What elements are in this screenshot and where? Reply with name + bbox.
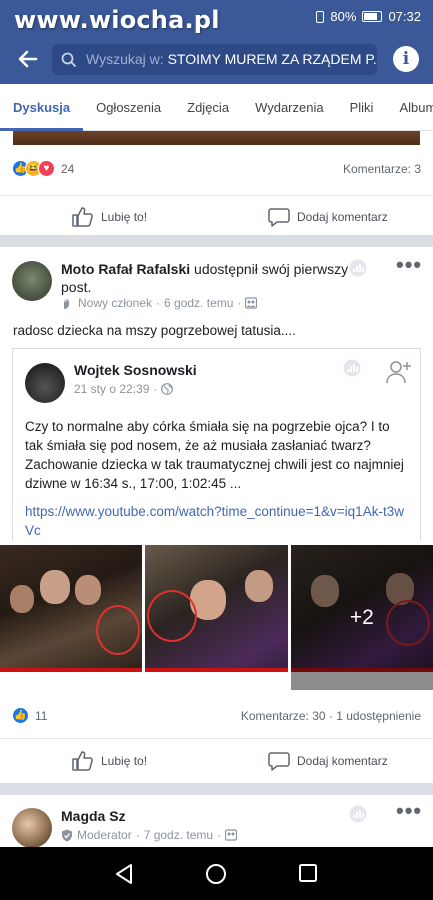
back-nav-icon[interactable] — [114, 863, 134, 885]
comments-shares[interactable]: Komentarze: 30 · 1 udostępnienie — [241, 709, 421, 723]
globe-icon — [161, 383, 174, 395]
battery-percent: 80% — [330, 9, 357, 24]
status-bar: www.wiocha.pl 80% 07:32 — [0, 0, 433, 34]
system-nav-bar — [0, 847, 433, 900]
next-post-time[interactable]: 7 godz. temu — [144, 828, 213, 842]
group-privacy-icon — [245, 297, 258, 309]
post-time[interactable]: 6 godz. temu — [164, 296, 233, 310]
comment-label: Dodaj komentarz — [297, 754, 388, 768]
more-photos-overlay[interactable]: +2 — [290, 545, 433, 690]
avatar[interactable] — [12, 261, 52, 301]
comment-icon — [268, 752, 290, 771]
search-group-name: STOIMY MUREM ZA RZĄDEM P... — [167, 51, 377, 67]
news-ticker — [145, 668, 288, 690]
app-header: Wyszukaj w: STOIMY MUREM ZA RZĄDEM P... … — [0, 34, 433, 84]
love-reaction-icon: ♥ — [38, 160, 55, 177]
tab-albumy[interactable]: Albumy — [386, 84, 433, 131]
comment-label: Dodaj komentarz — [297, 210, 388, 224]
next-post-card: Magda Sz ••• Moderator · 7 godz. temu · — [0, 795, 433, 848]
back-arrow-icon[interactable] — [16, 47, 40, 71]
new-member-icon — [64, 297, 69, 309]
battery-icon — [362, 11, 383, 22]
search-prefix: Wyszukaj w: — [86, 51, 164, 67]
photo-3[interactable]: +2 — [290, 545, 433, 690]
add-friend-icon[interactable] — [386, 359, 412, 385]
thumbs-up-icon — [72, 751, 93, 771]
next-post-author[interactable]: Magda Sz — [61, 807, 126, 825]
shared-meta: 21 sty o 22:39 · — [74, 382, 174, 396]
shared-author[interactable]: Wojtek Sosnowski — [74, 361, 197, 379]
watermark: www.wiocha.pl — [14, 6, 220, 34]
shared-post[interactable]: Wojtek Sosnowski 21 sty o 22:39 · Czy to… — [12, 348, 421, 541]
highlight-circle — [147, 590, 198, 642]
tab-ogloszenia[interactable]: Ogłoszenia — [83, 84, 174, 131]
member-badge: Nowy członek — [78, 296, 153, 310]
comment-icon — [268, 208, 290, 227]
tab-pliki[interactable]: Pliki — [337, 84, 387, 131]
shares-count: 1 udostępnienie — [336, 709, 421, 723]
shared-insights-icon[interactable] — [343, 359, 361, 377]
status-icons: 80% 07:32 — [316, 9, 421, 24]
moderator-shield-icon — [62, 829, 72, 841]
post-text: radosc dziecka na mszy pogrzebowej tatus… — [13, 323, 296, 338]
thumbs-up-icon — [72, 207, 93, 227]
moderator-badge: Moderator — [77, 828, 132, 842]
comments-count: Komentarze: 30 — [240, 709, 326, 723]
like-button[interactable]: Lubię to! — [72, 751, 147, 771]
reaction-count: 24 — [61, 161, 75, 176]
like-count: 11 — [35, 708, 48, 723]
comment-button[interactable]: Dodaj komentarz — [268, 207, 388, 227]
post-card: Moto Rafał Rafalski udostępnił swój pier… — [0, 247, 433, 783]
action-row: Lubię to! Dodaj komentarz — [0, 738, 433, 783]
like-label: Lubię to! — [101, 754, 148, 768]
like-button[interactable]: Lubię to! — [72, 207, 147, 227]
tab-dyskusja[interactable]: Dyskusja — [0, 84, 84, 131]
post-header-text: Moto Rafał Rafalski udostępnił swój pier… — [61, 260, 351, 296]
group-search-input[interactable]: Wyszukaj w: STOIMY MUREM ZA RZĄDEM P... — [52, 44, 377, 75]
vibrate-icon — [316, 10, 325, 23]
home-nav-icon[interactable] — [205, 863, 227, 885]
shared-text: Czy to normalne aby córka śmiała się na … — [25, 419, 404, 491]
previous-post-card: 👍 😆 ♥ 24 Komentarze: 3 Lubię to! Dodaj k… — [0, 131, 433, 235]
search-icon — [61, 52, 77, 68]
shared-avatar[interactable] — [25, 363, 65, 403]
post-meta: Nowy członek · 6 godz. temu · — [61, 296, 258, 310]
group-tabs: Dyskusja Ogłoszenia Zdjęcia Wydarzenia P… — [0, 84, 433, 131]
post-author[interactable]: Moto Rafał Rafalski — [61, 261, 190, 277]
clock: 07:32 — [388, 9, 421, 24]
insights-icon[interactable] — [349, 805, 367, 823]
comment-button[interactable]: Dodaj komentarz — [268, 751, 388, 771]
recents-nav-icon[interactable] — [298, 863, 318, 883]
more-options-icon[interactable]: ••• — [396, 252, 422, 278]
insights-icon[interactable] — [349, 259, 367, 277]
group-privacy-icon — [225, 829, 238, 841]
shared-time[interactable]: 21 sty o 22:39 — [74, 382, 149, 396]
more-options-icon[interactable]: ••• — [396, 798, 422, 824]
photo-1[interactable] — [0, 545, 143, 690]
action-row: Lubię to! Dodaj komentarz — [0, 195, 433, 235]
tab-zdjecia[interactable]: Zdjęcia — [174, 84, 242, 131]
photo-2[interactable] — [145, 545, 288, 690]
like-reaction-icon: 👍 — [12, 707, 29, 724]
comments-count[interactable]: Komentarze: 3 — [343, 162, 421, 176]
shared-link[interactable]: https://www.youtube.com/watch?time_conti… — [25, 502, 405, 540]
news-ticker — [0, 668, 143, 690]
photo-grid: +2 — [0, 545, 433, 690]
post-image-bottom[interactable] — [13, 131, 420, 145]
like-label: Lubię to! — [101, 210, 148, 224]
highlight-circle — [96, 605, 140, 655]
next-post-meta: Moderator · 7 godz. temu · — [61, 828, 238, 842]
avatar[interactable] — [12, 808, 52, 848]
likes-summary[interactable]: 👍 11 — [12, 707, 47, 724]
info-icon[interactable]: i — [393, 46, 419, 72]
tab-wydarzenia[interactable]: Wydarzenia — [242, 84, 337, 131]
reactions-summary[interactable]: 👍 😆 ♥ 24 — [12, 160, 74, 177]
